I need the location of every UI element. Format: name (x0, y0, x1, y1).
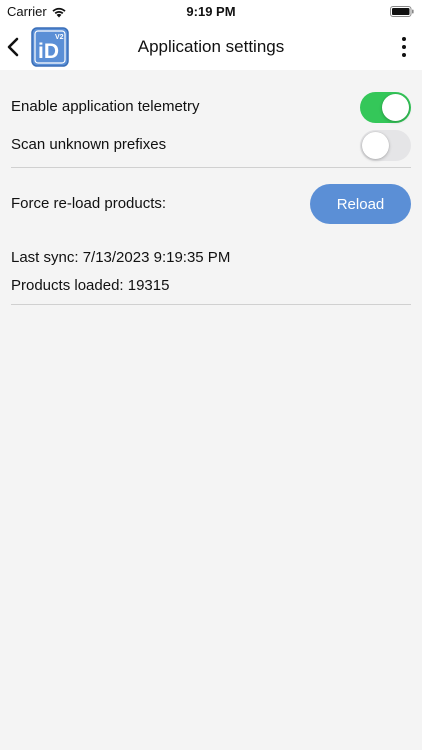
more-options-button[interactable] (394, 34, 414, 60)
toggle-knob (362, 132, 389, 159)
status-bar: Carrier 9:19 PM (0, 0, 422, 24)
section-divider (11, 167, 411, 168)
navigation-header: iD V2 Application settings (0, 24, 422, 70)
scan-prefixes-toggle[interactable] (360, 130, 411, 161)
last-sync-text: Last sync: 7/13/2023 9:19:35 PM (11, 249, 231, 266)
toggle-knob (382, 94, 409, 121)
page-title: Application settings (137, 37, 285, 56)
scan-prefixes-label: Scan unknown prefixes (11, 136, 167, 153)
clock: 9:19 PM (186, 4, 236, 19)
reload-button[interactable]: Reload (310, 184, 411, 224)
battery-icon (390, 6, 414, 17)
force-reload-label: Force re-load products: (11, 195, 167, 212)
telemetry-toggle[interactable] (360, 92, 411, 123)
telemetry-label: Enable application telemetry (11, 98, 200, 115)
products-loaded-text: Products loaded: 19315 (11, 277, 170, 294)
more-vertical-icon (402, 37, 406, 41)
section-divider (11, 304, 411, 305)
